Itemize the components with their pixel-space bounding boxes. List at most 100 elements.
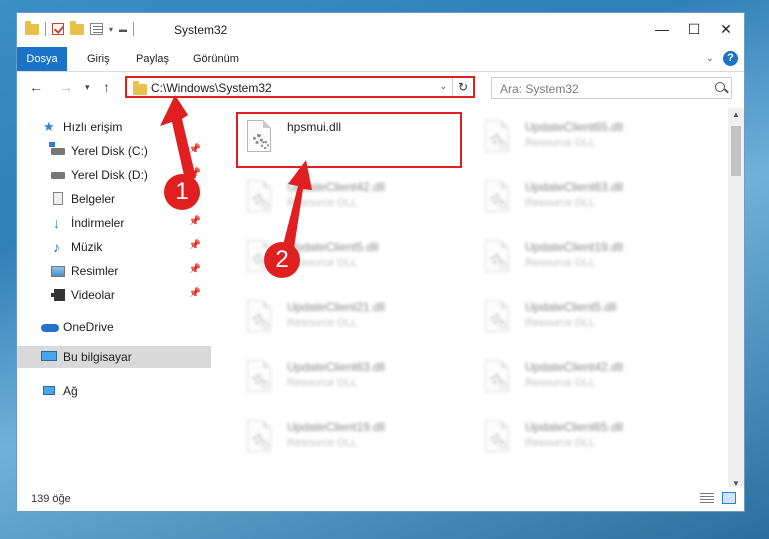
sidebar-item-label: Videolar: [71, 288, 115, 302]
sidebar-item-onedrive[interactable]: OneDrive: [17, 316, 211, 338]
sidebar-item-label: OneDrive: [63, 320, 114, 334]
sidebar-item-this-pc[interactable]: Bu bilgisayar: [17, 346, 211, 368]
gear-icon: [499, 381, 507, 389]
ribbon-tabs: Dosya Giriş Paylaş Görünüm ⌄ ?: [17, 47, 744, 72]
file-name: UpdateClient42.dll: [525, 360, 624, 374]
folder-icon: [133, 81, 147, 95]
file-item[interactable]: UpdateClient65.dll Resource DLL: [477, 414, 697, 466]
sidebar-item-label: Yerel Disk (D:): [71, 168, 148, 182]
quick-access-toolbar: ▾ ▬: [25, 20, 135, 36]
drive-c-icon: [49, 142, 65, 155]
star-icon: ★: [43, 119, 55, 134]
file-item[interactable]: UpdateClient42.dll Resource DLL: [477, 354, 697, 406]
file-item[interactable]: UpdateClient5.dll Resource DLL: [477, 294, 697, 346]
recent-locations-icon[interactable]: ▾: [85, 82, 90, 93]
gear-icon: [261, 321, 269, 329]
tab-gorunum[interactable]: Görünüm: [187, 47, 245, 71]
close-button[interactable]: ✕: [716, 19, 736, 39]
dll-file-icon: [245, 300, 273, 336]
file-type: Resource DLL: [287, 317, 358, 329]
sidebar-item-label: Müzik: [71, 240, 103, 254]
up-button[interactable]: ↑: [103, 79, 110, 95]
documents-icon: [53, 192, 63, 205]
file-item[interactable]: UpdateClient63.dll Resource DLL: [477, 174, 697, 226]
refresh-button[interactable]: ↻: [452, 78, 473, 96]
file-name: UpdateClient19.dll: [287, 420, 386, 434]
sidebar-item-videos[interactable]: Videolar 📌: [17, 284, 211, 306]
address-bar[interactable]: C:\Windows\System32 ⌄ ↻: [125, 76, 475, 98]
gear-icon: [499, 261, 507, 269]
customize-qat-icon[interactable]: ▬: [119, 25, 127, 34]
computer-icon: [41, 351, 57, 361]
explorer-window: ▾ ▬ System32 — ☐ ✕ Dosya Giriş Paylaş Gö…: [16, 12, 745, 512]
dll-file-icon: [483, 240, 511, 276]
file-item[interactable]: UpdateClient42.dll Resource DLL: [239, 174, 459, 226]
sidebar-item-drive-c[interactable]: Yerel Disk (C:) 📌: [17, 140, 211, 162]
file-type: Resource DLL: [287, 197, 358, 209]
music-icon: ♪: [53, 239, 60, 255]
file-type: Resource DLL: [287, 377, 358, 389]
dll-file-icon: [245, 360, 273, 396]
details-view-icon[interactable]: [700, 493, 714, 504]
tab-dosya[interactable]: Dosya: [17, 47, 67, 71]
file-name: UpdateClient63.dll: [287, 360, 386, 374]
file-name: UpdateClient19.dll: [525, 240, 624, 254]
new-folder-icon[interactable]: [70, 20, 84, 35]
file-name: UpdateClient65.dll: [525, 420, 624, 434]
back-button[interactable]: ←: [29, 79, 43, 95]
file-item[interactable]: UpdateClient65.dll Resource DLL: [477, 114, 697, 166]
pin-icon[interactable]: 📌: [189, 240, 201, 251]
file-type: Resource DLL: [525, 137, 596, 149]
address-dropdown-icon[interactable]: ⌄: [439, 81, 447, 92]
gear-icon: [261, 201, 269, 209]
minimize-button[interactable]: —: [652, 19, 672, 39]
maximize-button[interactable]: ☐: [684, 19, 704, 39]
search-input[interactable]: [498, 81, 712, 97]
file-name: UpdateClient63.dll: [525, 180, 624, 194]
gear-icon: [499, 321, 507, 329]
highlight-file-box: [236, 112, 462, 168]
search-box[interactable]: [491, 77, 732, 99]
sidebar-item-quick-access[interactable]: ★ Hızlı erişim: [17, 116, 211, 138]
pin-icon[interactable]: 📌: [189, 216, 201, 227]
sidebar-item-pictures[interactable]: Resimler 📌: [17, 260, 211, 282]
toolbar-separator: [45, 22, 46, 36]
properties-check-icon[interactable]: [52, 23, 64, 35]
tab-giris[interactable]: Giriş: [81, 47, 116, 71]
navigation-bar: ← → ▾ ↑ C:\Windows\System32 ⌄ ↻: [17, 73, 744, 103]
file-item[interactable]: UpdateClient21.dll Resource DLL: [239, 294, 459, 346]
file-type: Resource DLL: [287, 437, 358, 449]
pin-icon[interactable]: 📌: [189, 144, 201, 155]
qat-dropdown-icon[interactable]: ▾: [109, 25, 113, 34]
cloud-icon: [41, 324, 59, 332]
scrollbar-thumb[interactable]: [731, 126, 741, 176]
pin-icon[interactable]: 📌: [189, 264, 201, 275]
item-count: 139 öğe: [31, 493, 71, 505]
address-path: C:\Windows\System32: [151, 81, 272, 95]
file-item[interactable]: UpdateClient19.dll Resource DLL: [477, 234, 697, 286]
sidebar-item-downloads[interactable]: ↓ İndirmeler 📌: [17, 212, 211, 234]
tab-paylas[interactable]: Paylaş: [130, 47, 175, 71]
scroll-up-icon[interactable]: ▲: [732, 110, 740, 119]
sidebar-item-music[interactable]: ♪ Müzik 📌: [17, 236, 211, 258]
file-name: UpdateClient42.dll: [287, 180, 386, 194]
dll-file-icon: [483, 180, 511, 216]
file-name: UpdateClient5.dll: [287, 240, 379, 254]
sidebar-item-label: İndirmeler: [71, 216, 125, 230]
gear-icon: [499, 141, 507, 149]
large-icons-view-icon[interactable]: [722, 492, 736, 504]
download-icon: ↓: [53, 215, 60, 231]
properties-icon[interactable]: [90, 23, 103, 35]
sidebar-item-network[interactable]: Ağ: [17, 380, 211, 402]
expand-ribbon-icon[interactable]: ⌄: [706, 53, 714, 64]
gear-icon: [499, 441, 507, 449]
gear-icon: [261, 441, 269, 449]
forward-button[interactable]: →: [59, 79, 73, 95]
pin-icon[interactable]: 📌: [189, 288, 201, 299]
pictures-icon: [51, 266, 65, 277]
vertical-scrollbar[interactable]: ▲ ▼: [728, 108, 744, 490]
file-type: Resource DLL: [525, 437, 596, 449]
file-item[interactable]: UpdateClient63.dll Resource DLL: [239, 354, 459, 406]
file-item[interactable]: UpdateClient19.dll Resource DLL: [239, 414, 459, 466]
help-icon[interactable]: ?: [723, 51, 738, 66]
